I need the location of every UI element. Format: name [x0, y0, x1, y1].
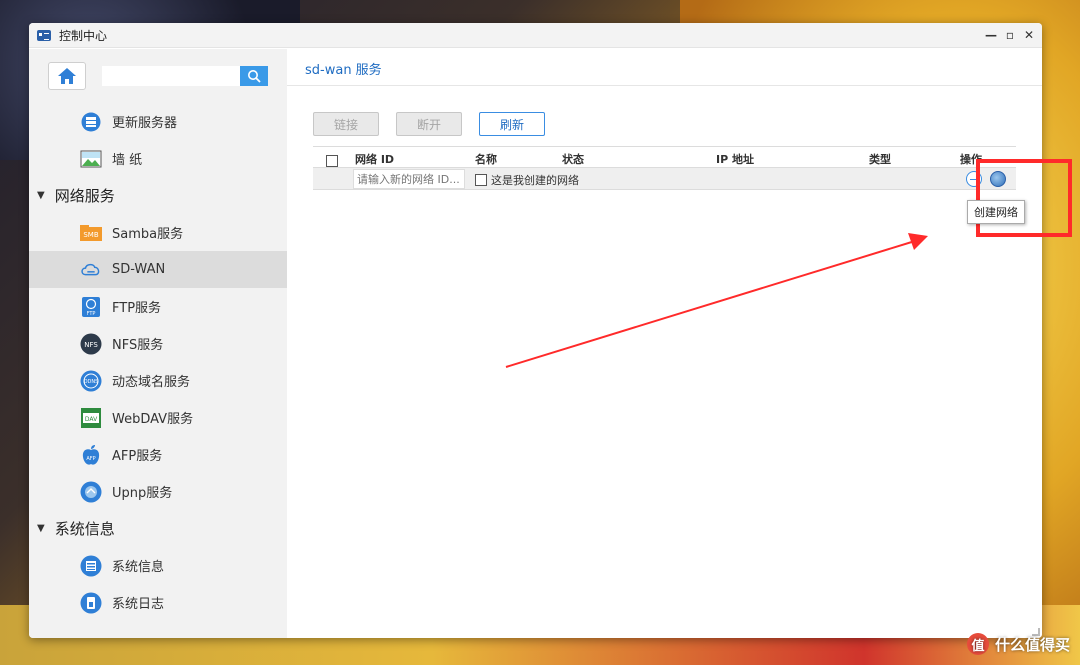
control-center-app-icon	[37, 29, 51, 41]
upnp-icon	[80, 481, 102, 503]
sidebar-item-nfs[interactable]: NFS NFS服务	[29, 325, 287, 362]
sidebar-item-label: AFP服务	[112, 449, 163, 464]
sidebar-item-update-server[interactable]: 更新服务器	[29, 103, 287, 140]
home-icon	[58, 68, 76, 84]
samba-icon: SMB	[80, 222, 102, 244]
network-table: 网络 ID 名称 状态 IP 地址 类型 操作 这是我创建的网络	[313, 146, 1016, 190]
ddns-badge: DDNS	[84, 379, 99, 385]
window-title: 控制中心	[59, 28, 108, 43]
sidebar-item-label: 更新服务器	[112, 116, 178, 131]
watermark-text: 什么值得买	[994, 635, 1070, 654]
watermark: 值 什么值得买	[966, 633, 1070, 655]
collapse-arrow-icon: ▼	[37, 190, 45, 201]
sidebar-group-label: 网络服务	[54, 187, 115, 205]
close-button[interactable]: ✕	[1022, 27, 1036, 43]
sidebar-search-row	[29, 49, 287, 103]
samba-badge: SMB	[83, 231, 98, 239]
page-title: sd-wan 服务	[287, 49, 1042, 86]
sidebar-item-label: WebDAV服务	[112, 412, 194, 427]
sidebar-item-afp[interactable]: AFP AFP服务	[29, 436, 287, 473]
system-info-icon	[80, 555, 102, 577]
my-network-checkbox[interactable]	[475, 174, 487, 186]
sidebar-group-system-info[interactable]: ▼ 系统信息	[29, 510, 287, 547]
ftp-badge: FTP	[87, 311, 96, 317]
sidebar-item-webdav[interactable]: DAV WebDAV服务	[29, 399, 287, 436]
column-header-name: 名称	[475, 153, 497, 166]
sidebar-item-samba[interactable]: SMB Samba服务	[29, 214, 287, 251]
sidebar-search-input[interactable]	[102, 66, 240, 86]
afp-badge: AFP	[86, 456, 95, 462]
network-id-input[interactable]	[353, 169, 465, 189]
create-network-tooltip: 创建网络	[967, 200, 1025, 224]
sidebar-group-network-services[interactable]: ▼ 网络服务	[29, 177, 287, 214]
wallpaper-icon	[80, 148, 102, 170]
sidebar-item-system-info[interactable]: 系统信息	[29, 547, 287, 584]
sidebar-item-label: SD-WAN	[112, 262, 166, 277]
select-all-checkbox[interactable]	[326, 155, 338, 167]
afp-icon: AFP	[80, 444, 102, 466]
sidebar-item-label: 系统信息	[112, 560, 165, 575]
sidebar-item-upnp[interactable]: Upnp服务	[29, 473, 287, 510]
sidebar-item-wallpaper[interactable]: 墙 纸	[29, 140, 287, 177]
sidebar-item-label: Samba服务	[112, 227, 184, 242]
nfs-icon: NFS	[80, 333, 102, 355]
column-header-ip: IP 地址	[716, 153, 754, 166]
disconnect-button[interactable]: 断开	[396, 112, 462, 136]
maximize-button[interactable]: ▫	[1003, 27, 1017, 43]
sidebar-item-label: 系统日志	[112, 597, 165, 612]
collapse-arrow-icon: ▼	[37, 523, 45, 534]
toolbar: 链接 断开 刷新	[313, 112, 545, 136]
minimize-button[interactable]: —	[984, 27, 998, 43]
sidebar-item-ftp[interactable]: FTP FTP服务	[29, 288, 287, 325]
sidebar-group-label: 系统信息	[54, 520, 115, 538]
my-network-checkbox-label[interactable]: 这是我创建的网络	[475, 172, 579, 188]
update-server-icon	[80, 111, 102, 133]
control-center-window: 控制中心 — ▫ ✕ 更新服务器 墙 纸 ▼ 网络服务 SMB Samba服务 …	[29, 23, 1042, 638]
column-header-type: 类型	[869, 153, 891, 166]
sidebar-item-system-log[interactable]: 系统日志	[29, 584, 287, 621]
annotation-highlight-box	[976, 159, 1072, 237]
table-row: 这是我创建的网络	[313, 168, 1016, 190]
refresh-button[interactable]: 刷新	[479, 112, 545, 136]
sidebar-item-label: FTP服务	[112, 301, 162, 316]
search-button[interactable]	[240, 66, 268, 86]
column-header-network-id: 网络 ID	[355, 153, 395, 166]
webdav-icon: DAV	[80, 407, 102, 429]
home-button[interactable]	[48, 62, 86, 90]
sdwan-icon	[80, 259, 102, 281]
my-network-checkbox-text: 这是我创建的网络	[491, 174, 579, 187]
window-titlebar[interactable]: 控制中心 — ▫ ✕	[29, 23, 1042, 48]
connect-button[interactable]: 链接	[313, 112, 379, 136]
column-header-status: 状态	[562, 153, 584, 166]
search-icon	[248, 70, 261, 83]
sidebar-item-label: Upnp服务	[112, 486, 173, 501]
sidebar-item-label: 动态域名服务	[112, 375, 191, 390]
main-panel: sd-wan 服务 链接 断开 刷新 网络 ID 名称 状态 IP 地址 类型 …	[287, 49, 1042, 638]
ftp-icon: FTP	[80, 296, 102, 318]
sidebar-item-label: 墙 纸	[112, 153, 143, 168]
sidebar-item-sdwan[interactable]: SD-WAN	[29, 251, 287, 288]
window-controls: — ▫ ✕	[984, 27, 1036, 43]
system-log-icon	[80, 592, 102, 614]
nfs-badge: NFS	[84, 341, 98, 349]
sidebar: 更新服务器 墙 纸 ▼ 网络服务 SMB Samba服务 SD-WAN FTP …	[29, 49, 287, 638]
table-header: 网络 ID 名称 状态 IP 地址 类型 操作	[313, 146, 1016, 168]
sidebar-item-ddns[interactable]: DDNS 动态域名服务	[29, 362, 287, 399]
webdav-badge: DAV	[85, 416, 98, 423]
ddns-icon: DDNS	[80, 370, 102, 392]
sidebar-item-label: NFS服务	[112, 338, 164, 353]
watermark-logo-icon: 值	[966, 633, 989, 655]
